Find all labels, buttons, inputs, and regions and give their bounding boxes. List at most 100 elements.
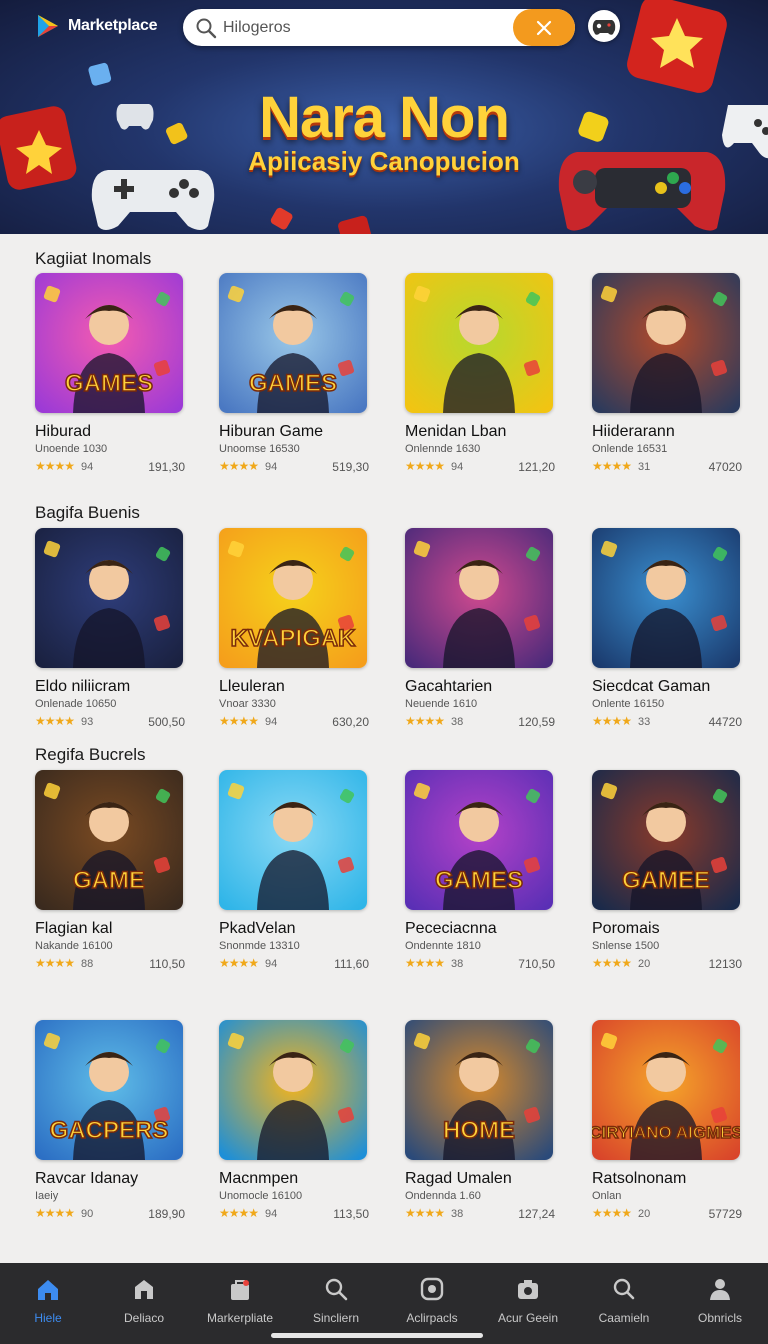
app-card[interactable]: Menidan Lban Onlennde 1630 ★★★★ 94 121,2… [405, 273, 555, 488]
nav-label: Obnricls [697, 1311, 742, 1325]
svg-text:HOME: HOME [443, 1117, 515, 1144]
app-subtitle: Neuende 1610 [405, 698, 478, 710]
app-card[interactable]: Siecdcat Gaman Onlente 16150 ★★★★ 33 447… [592, 528, 742, 743]
app-thumbnail[interactable] [35, 528, 183, 668]
app-subtitle: Nakande 16100 [35, 940, 113, 952]
app-row: GAME Flagian kal Nakande 16100 ★★★★ 88 1… [35, 770, 755, 985]
app-logo[interactable]: Marketplace [34, 12, 158, 40]
star-rating-icon: ★★★★ [35, 1206, 75, 1220]
star-rating-icon: ★★★★ [219, 714, 259, 728]
app-thumbnail[interactable]: GAMEE [592, 770, 740, 910]
nav-item-bag[interactable]: Markerpliate [192, 1275, 288, 1325]
app-subtitle: Iaeiy [35, 1190, 59, 1202]
candy-red-icon [270, 207, 293, 230]
nav-item-camera[interactable]: Acur Geein [480, 1275, 576, 1325]
app-thumbnail[interactable] [592, 528, 740, 668]
profile-icon [710, 1279, 730, 1300]
app-thumbnail[interactable]: HOME [405, 1020, 553, 1160]
app-card[interactable]: PkadVelan Snonmde 13310 ★★★★ 94 111,60 [219, 770, 369, 985]
app-thumbnail[interactable] [219, 770, 367, 910]
app-card[interactable]: Hiiderarann Onlende 16531 ★★★★ 31 47020 [592, 273, 742, 488]
clear-search-button[interactable] [513, 9, 575, 46]
app-name: Menidan Lban [405, 423, 507, 440]
play-logo-icon [38, 15, 58, 37]
app-thumbnail[interactable]: KVAPIGAK [219, 528, 367, 668]
star-rating-icon: ★★★★ [592, 714, 632, 728]
app-thumbnail[interactable] [405, 273, 553, 413]
app-size: 110,50 [149, 957, 185, 971]
banner-subtitle: Apiicasiy Canopucion [248, 146, 520, 176]
app-name: Marketplace [68, 17, 158, 34]
app-card[interactable]: Gacahtarien Neuende 1610 ★★★★ 38 120,59 [405, 528, 555, 743]
app-card[interactable]: KVAPIGAK Lleuleran Vnoar 3330 ★★★★ 94 63… [219, 528, 369, 743]
app-name: Siecdcat Gaman [592, 678, 711, 695]
rating-count: 20 [638, 958, 651, 970]
nav-item-profile[interactable]: Obnricls [672, 1275, 768, 1325]
search-bar[interactable] [183, 9, 575, 46]
star-rating-icon: ★★★★ [405, 956, 445, 970]
svg-text:GAMES: GAMES [249, 370, 337, 397]
app-card[interactable]: Eldo niliicram Onlenade 10650 ★★★★ 93 50… [35, 528, 185, 743]
svg-text:GAMES: GAMES [435, 867, 523, 894]
app-subtitle: Ondennda 1.60 [405, 1190, 481, 1202]
svg-text:GAME: GAME [73, 867, 145, 894]
rating-count: 31 [638, 461, 651, 473]
app-subtitle: Unoomse 16530 [219, 443, 300, 455]
app-name: Ravcar Idanay [35, 1170, 139, 1187]
nav-item-apps[interactable]: Aclirpacls [384, 1275, 480, 1325]
app-card[interactable]: GAMES Hiburan Game Unoomse 16530 ★★★★ 94… [219, 273, 369, 488]
app-card[interactable]: GAMES Pececiacnna Ondennte 1810 ★★★★ 38 … [405, 770, 555, 985]
app-name: Pececiacnna [405, 920, 497, 937]
rating-count: 38 [451, 1208, 464, 1220]
rating-count: 20 [638, 1208, 651, 1220]
app-subtitle: Onlan [592, 1190, 622, 1202]
app-name: Hiburad [35, 423, 92, 440]
star-rating-icon: ★★★★ [592, 1206, 632, 1220]
app-name: Eldo niliicram [35, 678, 131, 695]
app-card[interactable]: GAMEE Poromais Snlense 1500 ★★★★ 20 1213… [592, 770, 742, 985]
app-subtitle: Unomocle 16100 [219, 1190, 303, 1202]
banner-title: Nara Non [259, 85, 510, 150]
svg-text:CIRYIANO AIGMES: CIRYIANO AIGMES [592, 1123, 740, 1142]
app-card[interactable]: CIRYIANO AIGMES Ratsolnonam Onlan ★★★★ 2… [592, 1020, 742, 1235]
app-thumbnail[interactable] [592, 273, 740, 413]
rating-count: 38 [451, 958, 464, 970]
nav-item-discover[interactable]: Caamieln [576, 1275, 672, 1325]
app-subtitle: Onlente 16150 [592, 698, 665, 710]
nav-label: Deliaco [123, 1311, 165, 1325]
nav-item-search[interactable]: Sincliern [288, 1275, 384, 1325]
app-thumbnail[interactable]: GAMES [219, 273, 367, 413]
app-name: Lleuleran [219, 678, 285, 695]
app-size: 120,59 [518, 715, 555, 729]
apps-icon [420, 1277, 444, 1301]
app-card[interactable]: GACPERS Ravcar Idanay Iaeiy ★★★★ 90 189,… [35, 1020, 185, 1235]
star-rating-icon: ★★★★ [592, 956, 632, 970]
section-title: Bagifa Buenis [35, 503, 140, 522]
app-thumbnail[interactable]: GACPERS [35, 1020, 183, 1160]
app-card[interactable]: HOME Ragad Umalen Ondennda 1.60 ★★★★ 38 … [405, 1020, 555, 1235]
app-card[interactable]: Macnmpen Unomocle 16100 ★★★★ 94 113,50 [219, 1020, 369, 1235]
home-indicator[interactable] [271, 1333, 483, 1338]
star-rating-icon: ★★★★ [592, 459, 632, 473]
nav-item-store[interactable]: Deliaco [96, 1275, 192, 1325]
home-icon [38, 1280, 58, 1300]
hero-banner[interactable]: Marketplace Nara Non Apiicasiy Canopucio… [0, 0, 768, 234]
app-thumbnail[interactable]: CIRYIANO AIGMES [592, 1020, 740, 1160]
app-thumbnail[interactable]: GAME [35, 770, 183, 910]
app-name: Ragad Umalen [405, 1170, 512, 1187]
section-title: Kagiiat Inomals [35, 249, 152, 268]
app-size: 113,50 [333, 1207, 369, 1221]
app-subtitle: Onlende 16531 [592, 443, 668, 455]
nav-label: Aclirpacls [406, 1311, 458, 1325]
app-thumbnail[interactable]: GAMES [405, 770, 553, 910]
app-card[interactable]: GAMES Hiburad Unoende 1030 ★★★★ 94 191,3… [35, 273, 185, 488]
app-thumbnail[interactable] [405, 528, 553, 668]
app-row: GACPERS Ravcar Idanay Iaeiy ★★★★ 90 189,… [35, 1020, 755, 1235]
search-input[interactable] [223, 18, 523, 37]
nav-item-home[interactable]: Hiele [0, 1275, 96, 1325]
app-thumbnail[interactable] [219, 1020, 367, 1160]
app-thumbnail[interactable]: GAMES [35, 273, 183, 413]
game-controller-avatar[interactable] [588, 10, 620, 42]
rating-count: 94 [265, 958, 278, 970]
app-card[interactable]: GAME Flagian kal Nakande 16100 ★★★★ 88 1… [35, 770, 185, 985]
